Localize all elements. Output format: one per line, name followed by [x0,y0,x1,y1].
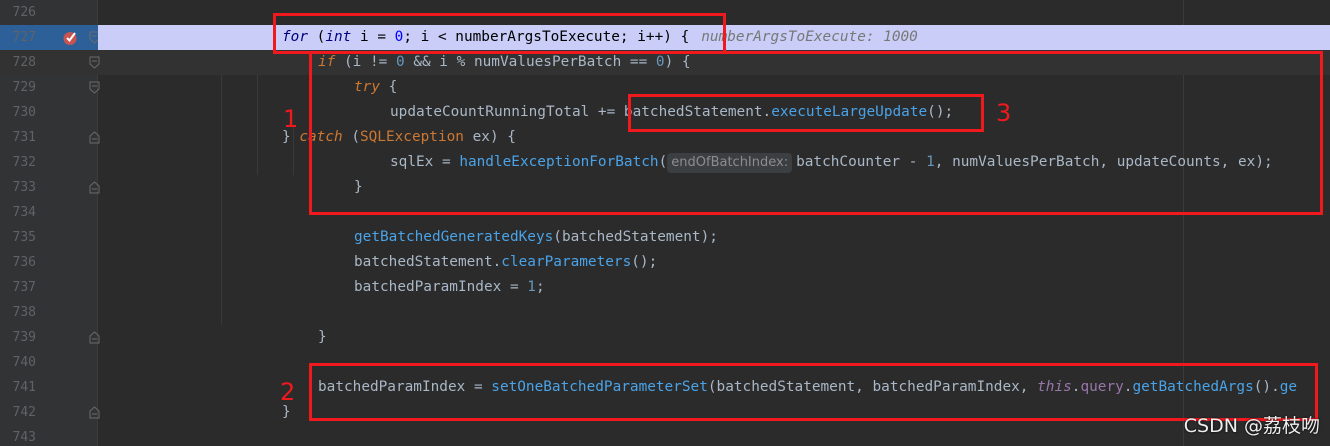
line-number[interactable]: 732 [0,150,36,175]
line-number[interactable]: 729 [0,75,36,100]
code-area[interactable] [98,425,1330,446]
code-editor[interactable]: 726 727 for (int i = 0; i < numberArgsToEx… [0,0,1330,446]
annotation-label-3: 3 [996,99,1012,127]
line-number[interactable]: 738 [0,300,36,325]
breakpoint-icon[interactable] [62,30,78,46]
code-area[interactable]: batchedParamIndex = 1; [98,275,1330,300]
code-line[interactable]: 736 batchedStatement.clearParameters(); [0,250,1330,275]
code-area[interactable] [98,300,1330,325]
line-number[interactable]: 737 [0,275,36,300]
code-token: } [318,329,327,345]
line-number[interactable]: 743 [0,425,36,446]
line-number[interactable]: 741 [0,375,36,400]
annotation-label-1: 1 [283,105,299,133]
code-line[interactable]: 737 batchedParamIndex = 1; [0,275,1330,300]
line-number[interactable]: 727 [0,25,36,50]
annotation-box-2 [309,363,1318,421]
annotation-box-for-loop [273,13,726,54]
code-line[interactable]: 738 [0,300,1330,325]
code-text[interactable]: } [318,325,327,350]
code-token: 1 [527,279,536,295]
line-number[interactable]: 735 [0,225,36,250]
csdn-watermark: CSDN @荔枝吻 [1183,415,1320,437]
code-token: (batchedStatement); [553,229,718,245]
code-token: batchedParamIndex = [354,279,528,295]
annotation-box-1 [309,51,1323,215]
code-token: (); [631,254,658,270]
line-number[interactable]: 734 [0,200,36,225]
code-text[interactable]: getBatchedGeneratedKeys(batchedStatement… [354,225,718,250]
code-area[interactable]: batchedStatement.clearParameters(); [98,250,1330,275]
code-area[interactable]: getBatchedGeneratedKeys(batchedStatement… [98,225,1330,250]
code-area[interactable]: } [98,325,1330,350]
line-number[interactable]: 736 [0,250,36,275]
code-line[interactable]: 735 getBatchedGeneratedKeys(batchedStatem… [0,225,1330,250]
debug-value-hint: numberArgsToExecute: 1000 [701,29,918,45]
code-token: getBatchedGeneratedKeys [354,229,554,245]
line-number[interactable]: 740 [0,350,36,375]
code-line[interactable]: 743 [0,425,1330,446]
line-number[interactable]: 731 [0,125,36,150]
annotation-label-2: 2 [280,378,296,406]
code-token: ; [535,279,545,295]
code-token: batchedStatement. [354,254,502,270]
code-line[interactable]: 739} [0,325,1330,350]
line-number[interactable]: 730 [0,100,36,125]
line-number[interactable]: 739 [0,325,36,350]
line-number[interactable]: 742 [0,400,36,425]
code-token: clearParameters [501,254,632,270]
code-token: } [282,404,291,420]
code-text[interactable]: batchedStatement.clearParameters(); [354,250,657,275]
code-text[interactable]: batchedParamIndex = 1; [354,275,545,300]
line-number[interactable]: 733 [0,175,36,200]
line-number[interactable]: 726 [0,0,36,25]
annotation-box-3 [628,94,984,132]
line-number[interactable]: 728 [0,50,36,75]
